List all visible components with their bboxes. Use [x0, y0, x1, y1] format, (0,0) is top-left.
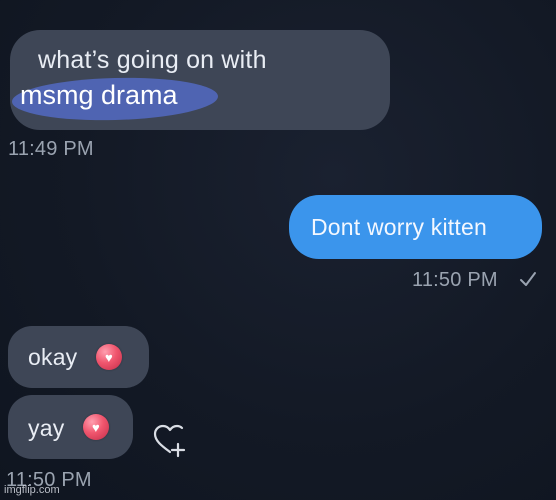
heart-icon: ♥	[83, 414, 109, 440]
watermark: imgflip.com	[4, 484, 60, 496]
message-timestamp: 11:49 PM	[8, 138, 94, 160]
incoming-message-bubble[interactable]: yay ♥	[8, 395, 133, 459]
message-timestamp: 11:50 PM	[412, 269, 498, 291]
message-text: what’s going on with	[38, 46, 267, 74]
message-text: Dont worry kitten	[311, 214, 487, 240]
incoming-message-bubble[interactable]: okay ♥	[8, 326, 149, 388]
chat-screen: what’s going on with msmg drama 11:49 PM…	[0, 0, 556, 500]
outgoing-message-bubble[interactable]: Dont worry kitten	[289, 195, 542, 259]
highlighted-message-text: msmg drama	[20, 80, 178, 110]
add-reaction-heart-icon[interactable]	[150, 420, 190, 460]
message-text: yay	[28, 415, 65, 441]
checkmark-icon	[519, 270, 537, 294]
message-text: okay	[28, 344, 78, 370]
heart-icon: ♥	[96, 344, 122, 370]
